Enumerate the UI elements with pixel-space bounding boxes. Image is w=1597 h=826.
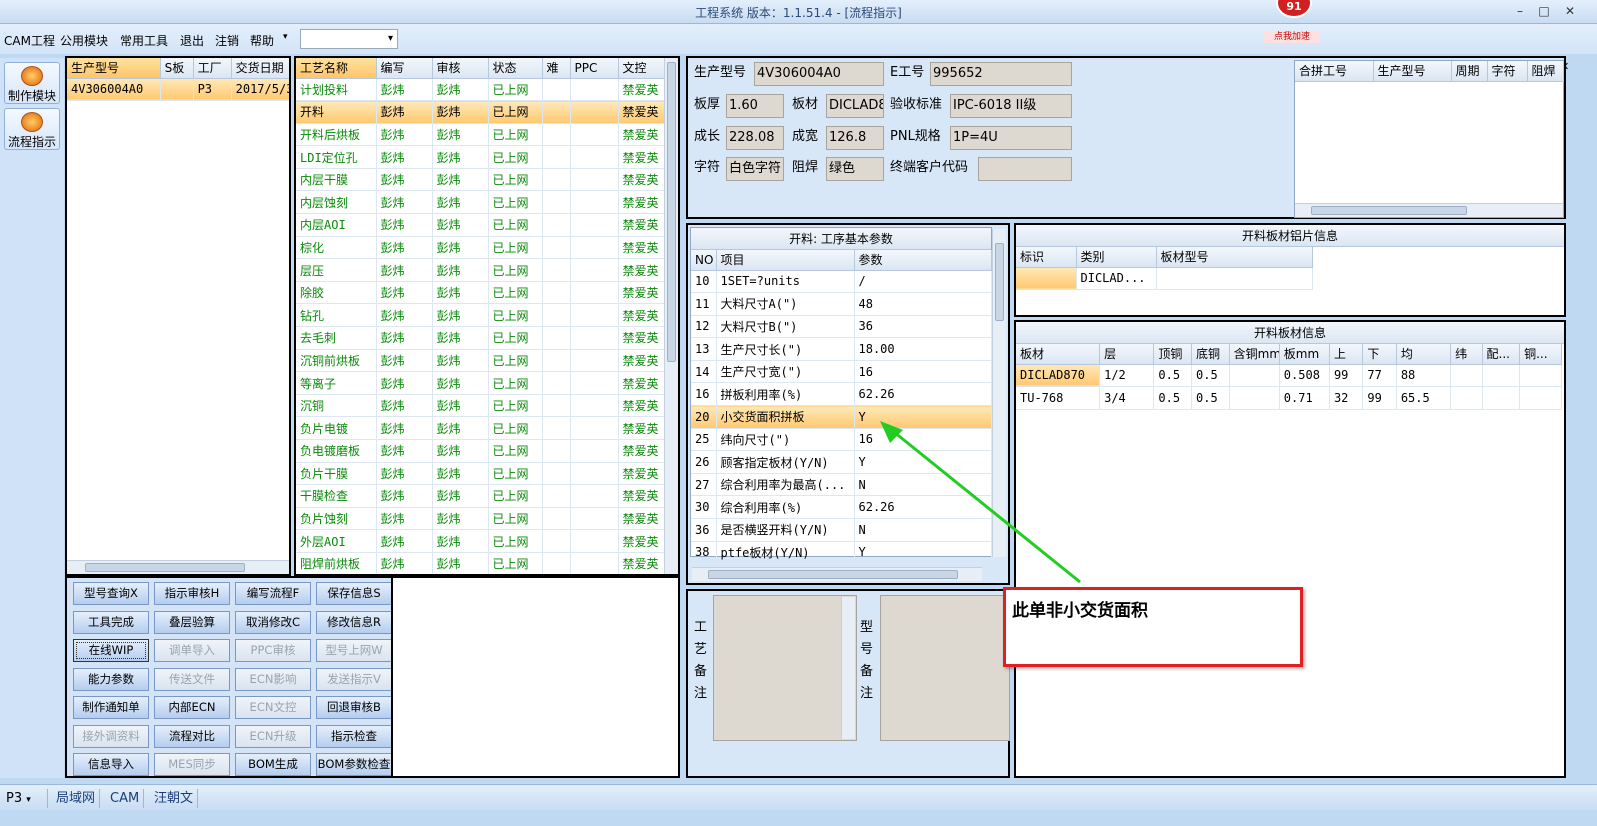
status-factory[interactable]: P3 ▾ bbox=[2, 789, 48, 808]
status-network: 局域网 bbox=[52, 789, 101, 808]
status-bar: P3 ▾ 局域网 CAM 汪朝文 bbox=[0, 784, 1597, 810]
annotation-arrow bbox=[880, 421, 1081, 584]
status-cam: CAM bbox=[106, 789, 145, 808]
status-factory-label: P3 bbox=[6, 791, 23, 806]
annotation-text: 此单非小交货面积 bbox=[1012, 601, 1148, 621]
status-user: 汪朝文 bbox=[150, 789, 199, 808]
chevron-down-icon: ▾ bbox=[26, 795, 31, 805]
annotation-box: 此单非小交货面积 bbox=[1003, 587, 1303, 667]
